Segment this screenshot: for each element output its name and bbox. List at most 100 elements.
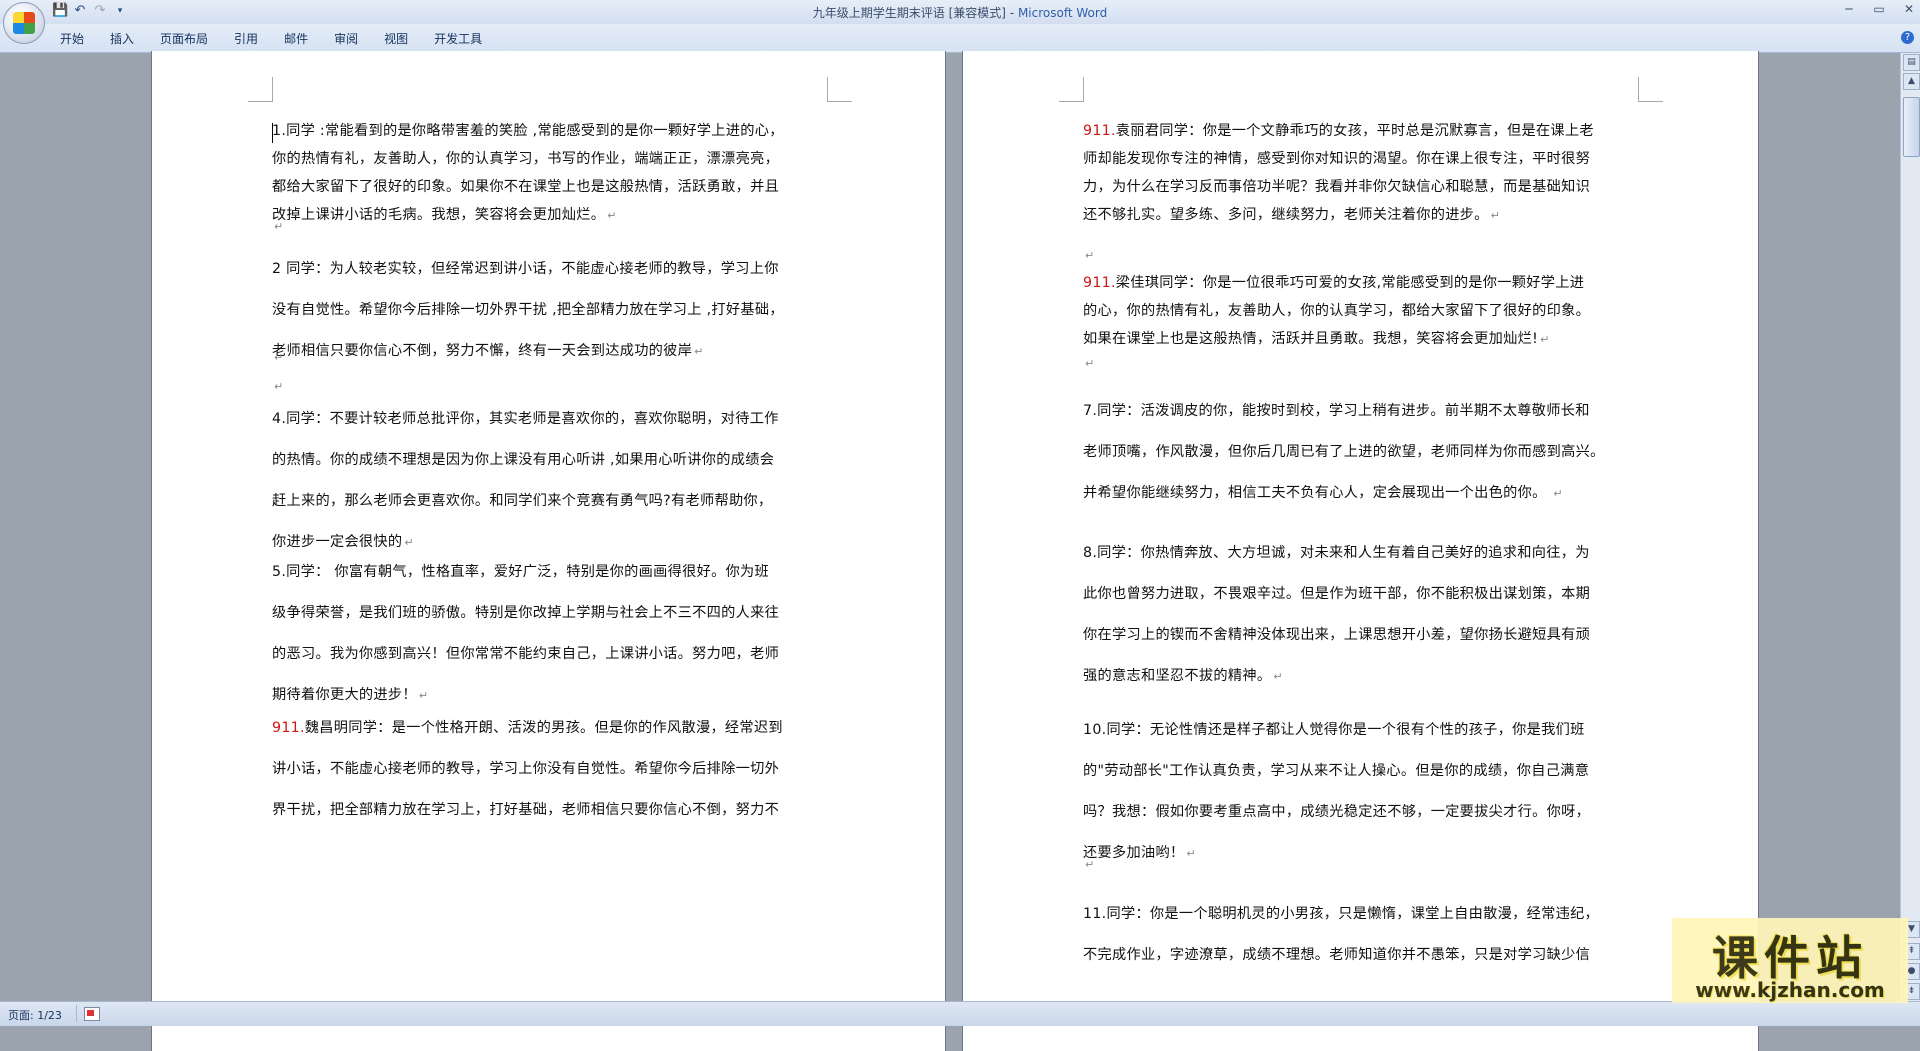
- paragraph-text: 你进步一定会很快的: [272, 534, 403, 550]
- paragraph-text: 4.同学：不要计较老师总批评你，其实老师是喜欢你的，喜欢你聪明，对待工作: [272, 411, 779, 427]
- paragraph-line: 级争得荣誉，是我们班的骄傲。特别是你改掉上学期与社会上不三不四的人来往: [272, 602, 832, 643]
- paragraph-text: 不完成作业，字迹潦草，成绩不理想。老师知道你并不愚笨，只是对学习缺少信: [1083, 947, 1591, 963]
- proofing-icon[interactable]: [84, 1007, 100, 1021]
- paragraph[interactable]: 7.同学：活泼调皮的你，能按时到校，学习上稍有进步。前半期不太尊敬师长和 老师顶嘴…: [1083, 400, 1643, 523]
- paragraph-line: 11.同学：你是一个聪明机灵的小男孩，只是懒惰，课堂上自由散漫，经常违纪，: [1083, 903, 1643, 944]
- paragraph-line: 如果在课堂上也是这般热情，活跃并且勇敢。我想，笑容将会更加灿烂! ↵: [1083, 328, 1643, 356]
- paragraph-line: 强的意志和坚忍不拔的精神。 ↵: [1083, 665, 1643, 706]
- paragraph-text: 老师顶嘴，作风散漫，但你后几周已有了上进的欲望，老师同样为你而感到高兴。: [1083, 444, 1605, 460]
- paragraph-line: 的"劳动部长"工作认真负责，学习从来不让人操心。但是你的成绩，你自己满意: [1083, 760, 1643, 801]
- paragraph-text: 你在学习上的锲而不舍精神没体现出来，上课思想开小差，望你扬长避短具有顽: [1083, 627, 1591, 643]
- paragraph[interactable]: 11.同学：你是一个聪明机灵的小男孩，只是懒惰，课堂上自由散漫，经常违纪， 不完成…: [1083, 903, 1643, 985]
- paragraph-line: ↵: [1083, 355, 1643, 383]
- paragraph-mark-icon: ↵: [274, 351, 284, 364]
- paragraph-text: 级争得荣誉，是我们班的骄傲。特别是你改掉上学期与社会上不三不四的人来往: [272, 605, 780, 621]
- app-name: Microsoft Word: [1017, 6, 1108, 20]
- minimize-icon[interactable]: ─: [1842, 2, 1856, 16]
- paragraph[interactable]: 4.同学：不要计较老师总批评你，其实老师是喜欢你的，喜欢你聪明，对待工作 的热情。…: [272, 408, 832, 572]
- paragraph-mark-icon: ↵: [418, 689, 429, 702]
- paragraph-line: 你的热情有礼，友善助人，你的认真学习，书写的作业，端端正正，漂漂亮亮，: [272, 148, 832, 176]
- tab-developer[interactable]: 开发工具: [434, 30, 482, 47]
- title-bar: 💾 ↶ ↷ ▾ 九年级上期学生期末评语 [兼容模式] - Microsoft W…: [0, 0, 1920, 44]
- paragraph-text: 还不够扎实。望多练、多问，继续努力，老师关注着你的进步。: [1083, 207, 1489, 223]
- paragraph-mark-icon: ↵: [1540, 333, 1550, 346]
- paragraph-mark-icon: ↵: [1553, 487, 1563, 500]
- paragraph-text: 讲小话，不能虚心接老师的教导，学习上你没有自觉性。希望你今后排除一切外: [272, 761, 780, 777]
- paragraph[interactable]: 5.同学： 你富有朝气，性格直率，爱好广泛，特别是你的画画得很好。你为班 级争得荣…: [272, 561, 832, 725]
- paragraph-text: 赶上来的，那么老师会更喜欢你。和同学们来个竞赛有勇气吗?有老师帮助你，: [272, 493, 773, 509]
- paragraph-text: 力，为什么在学习反而事倍功半呢？我看并非你欠缺信心和聪慧，而是基础知识: [1083, 179, 1591, 195]
- tab-home[interactable]: 开始: [60, 30, 84, 47]
- paragraph-text: 都给大家留下了很好的印象。如果你不在课堂上也是这般热情，活跃勇敢，并且: [272, 179, 780, 195]
- paragraph-number: 911.: [272, 720, 305, 736]
- document-page-1[interactable]: 1.同学 :常能看到的是你略带害羞的笑脸 ,常能感受到的是你一颗好学上进的心， 你…: [152, 51, 945, 1051]
- page-number-status[interactable]: 页面: 1/23: [8, 1007, 62, 1023]
- paragraph-mark-icon: ↵: [1085, 249, 1095, 262]
- paragraph-text: 的"劳动部长"工作认真负责，学习从来不让人操心。但是你的成绩，你自己满意: [1083, 763, 1590, 779]
- paragraph-line: 界干扰，把全部精力放在学习上，打好基础，老师相信只要你信心不倒，努力不: [272, 799, 832, 840]
- paragraph-line: 911.袁丽君同学：你是一个文静乖巧的女孩，平时总是沉默寡言，但是在课上老: [1083, 120, 1643, 148]
- paragraph-number: 911.: [1083, 275, 1116, 291]
- paragraph-text: 师却能发现你专注的神情，感受到你对知识的渴望。你在课上很专注，平时很努: [1083, 151, 1591, 167]
- paragraph-number: 911.: [1083, 123, 1116, 139]
- paragraph-line: 吗？我想：假如你要考重点高中，成绩光稳定还不够，一定要拔尖才行。你呀，: [1083, 801, 1643, 842]
- paragraph-line: ↵: [272, 378, 832, 406]
- paragraph-line: 911.梁佳琪同学：你是一位很乖巧可爱的女孩,常能感受到的是你一颗好学上进: [1083, 272, 1643, 300]
- paragraph-text: 的心，你的热情有礼，友善助人，你的认真学习，都给大家留下了很好的印象。: [1083, 303, 1591, 319]
- crop-mark-top-right: [1638, 77, 1663, 102]
- scroll-up-icon[interactable]: ▲: [1903, 73, 1920, 90]
- help-icon[interactable]: ?: [1901, 31, 1914, 44]
- paragraph-mark-icon: ↵: [404, 536, 414, 549]
- paragraph[interactable]: 911.袁丽君同学：你是一个文静乖巧的女孩，平时总是沉默寡言，但是在课上老师却能…: [1083, 120, 1643, 232]
- tab-references[interactable]: 引用: [234, 30, 258, 47]
- paragraph-mark-icon: ↵: [1085, 858, 1095, 871]
- paragraph[interactable]: ↵: [272, 378, 832, 406]
- status-bar: 页面: 1/23: [0, 1001, 1920, 1026]
- paragraph-text: 此你也曾努力进取，不畏艰辛过。但是作为班干部，你不能积极出谋划策，本期: [1083, 586, 1591, 602]
- paragraph[interactable]: 1.同学 :常能看到的是你略带害羞的笑脸 ,常能感受到的是你一颗好学上进的心， 你…: [272, 120, 832, 232]
- paragraph-line: 讲小话，不能虚心接老师的教导，学习上你没有自觉性。希望你今后排除一切外: [272, 758, 832, 799]
- office-logo-icon: [13, 12, 35, 34]
- close-icon[interactable]: ✕: [1902, 2, 1916, 16]
- paragraph-line: ↵: [1083, 247, 1643, 275]
- tab-view[interactable]: 视图: [384, 30, 408, 47]
- paragraph[interactable]: 911.魏昌明同学：是一个性格开朗、活泼的男孩。但是你的作风散漫，经常迟到讲小话…: [272, 717, 832, 840]
- paragraph-text: 没有自觉性。希望你今后排除一切外界干扰 ,把全部精力放在学习上 ,打好基础，: [272, 302, 784, 318]
- vertical-scrollbar[interactable]: ▤ ▲ ▼ ⇞ ● ⇟: [1900, 53, 1920, 1001]
- tab-review[interactable]: 审阅: [334, 30, 358, 47]
- paragraph-text: 期待着你更大的进步！: [272, 687, 417, 703]
- paragraph-line: 此你也曾努力进取，不畏艰辛过。但是作为班干部，你不能积极出谋划策，本期: [1083, 583, 1643, 624]
- document-title: 九年级上期学生期末评语 [兼容模式]: [812, 6, 1006, 20]
- crop-mark-top-left: [248, 77, 273, 102]
- crop-mark-top-right: [827, 77, 852, 102]
- paragraph-text: 10.同学：无论性情还是样子都让人觉得你是一个很有个性的孩子，你是我们班: [1083, 722, 1585, 738]
- crop-mark-top-left: [1059, 77, 1084, 102]
- paragraph-text: 如果在课堂上也是这般热情，活跃并且勇敢。我想，笑容将会更加灿烂!: [1083, 331, 1539, 347]
- tab-page-layout[interactable]: 页面布局: [160, 30, 208, 47]
- maximize-icon[interactable]: ▭: [1872, 2, 1886, 16]
- paragraph-line: ↵: [272, 218, 832, 246]
- window-title: 九年级上期学生期末评语 [兼容模式] - Microsoft Word: [812, 6, 1108, 20]
- paragraph-text: 吗？我想：假如你要考重点高中，成绩光稳定还不够，一定要拔尖才行。你呀，: [1083, 804, 1591, 820]
- paragraph-text: 并希望你能继续努力，相信工夫不负有心人，定会展现出一个出色的你。: [1083, 485, 1552, 501]
- paragraph[interactable]: ↵: [1083, 247, 1643, 275]
- tab-insert[interactable]: 插入: [110, 30, 134, 47]
- document-page-2[interactable]: 911.袁丽君同学：你是一个文静乖巧的女孩，平时总是沉默寡言，但是在课上老师却能…: [963, 51, 1758, 1051]
- paragraph[interactable]: ↵: [272, 218, 832, 246]
- paragraph-line: 都给大家留下了很好的印象。如果你不在课堂上也是这般热情，活跃勇敢，并且: [272, 176, 832, 204]
- paragraph[interactable]: ↵: [1083, 355, 1643, 383]
- ruler-toggle-icon[interactable]: ▤: [1903, 54, 1920, 71]
- status-divider: [76, 1005, 77, 1022]
- tab-mailings[interactable]: 邮件: [284, 30, 308, 47]
- paragraph-line: 老师顶嘴，作风散漫，但你后几周已有了上进的欲望，老师同样为你而感到高兴。: [1083, 441, 1643, 482]
- office-button[interactable]: [3, 2, 45, 44]
- paragraph[interactable]: ↵: [272, 349, 832, 377]
- paragraph[interactable]: 8.同学：你热情奔放、大方坦诚，对未来和人生有着自己美好的追求和向往，为 此你也曾…: [1083, 542, 1643, 706]
- paragraph-text: 7.同学：活泼调皮的你，能按时到校，学习上稍有进步。前半期不太尊敬师长和: [1083, 403, 1590, 419]
- paragraph[interactable]: ↵: [1083, 856, 1643, 884]
- paragraph-line: 并希望你能继续努力，相信工夫不负有心人，定会展现出一个出色的你。 ↵: [1083, 482, 1643, 523]
- paragraph-text: 魏昌明同学：是一个性格开朗、活泼的男孩。但是你的作风散漫，经常迟到: [304, 720, 783, 736]
- paragraph-line: 10.同学：无论性情还是样子都让人觉得你是一个很有个性的孩子，你是我们班: [1083, 719, 1643, 760]
- scroll-thumb[interactable]: [1903, 97, 1920, 157]
- paragraph[interactable]: 911.梁佳琪同学：你是一位很乖巧可爱的女孩,常能感受到的是你一颗好学上进的心，…: [1083, 272, 1643, 356]
